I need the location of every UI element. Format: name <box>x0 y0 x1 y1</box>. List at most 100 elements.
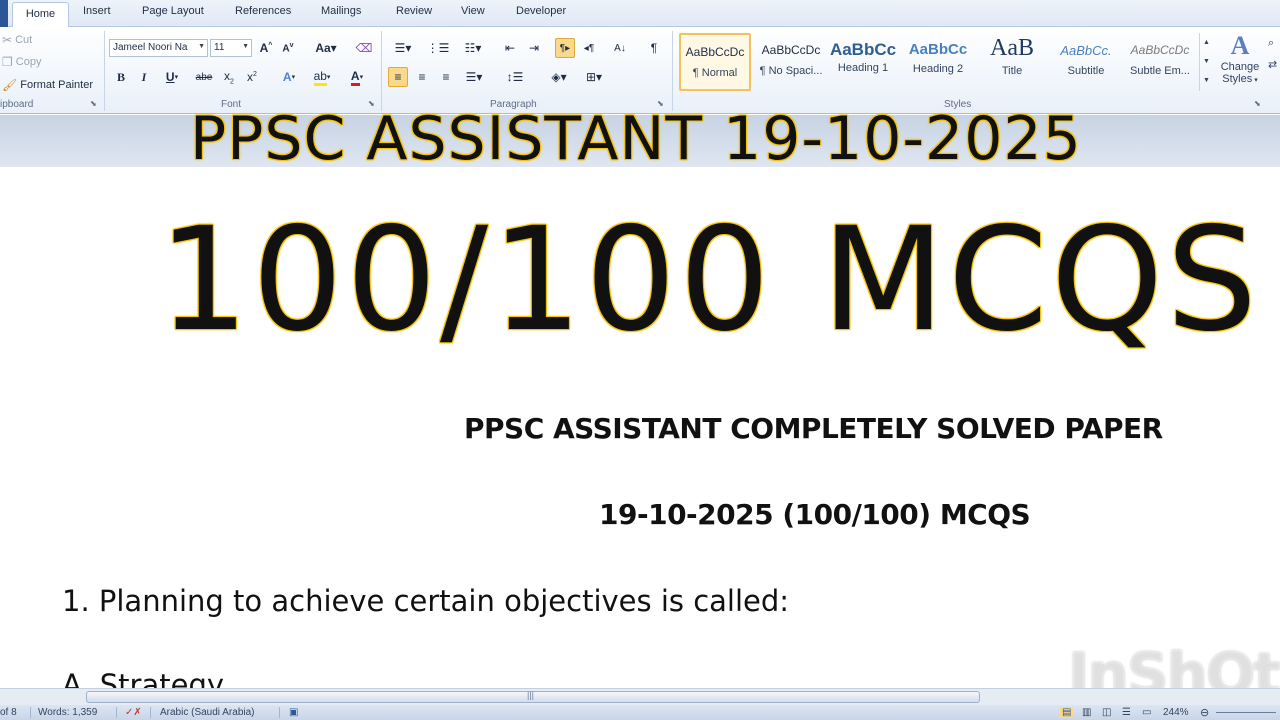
tab-view[interactable]: View <box>461 5 485 17</box>
chevron-down-icon[interactable]: ▼ <box>1200 52 1213 71</box>
shading-button[interactable]: ◈▾ <box>545 67 573 87</box>
increase-indent-button[interactable]: ⇥ <box>524 38 544 58</box>
group-divider <box>104 31 105 111</box>
replace-icon[interactable]: ⇄ <box>1268 58 1280 71</box>
rtl-direction-button[interactable]: ◂¶ <box>579 38 599 58</box>
chevron-down-icon: ▼ <box>198 43 205 50</box>
style-subtle-emphasis[interactable]: AaBbCcDc Subtle Em... <box>1124 33 1196 91</box>
file-tab-edge[interactable] <box>0 0 8 27</box>
font-color-button[interactable]: A ▾ <box>343 67 371 87</box>
scissors-icon: ✂ <box>2 33 13 47</box>
chevron-down-icon: ▾ <box>1252 77 1258 84</box>
tab-review[interactable]: Review <box>396 5 432 17</box>
editing-group-edge[interactable]: ⌕ ⇄ <box>1268 37 1280 95</box>
proofing-icon[interactable]: ✓✗ <box>125 707 142 718</box>
zoom-out-icon[interactable]: ⊖ <box>1200 706 1209 719</box>
style-normal[interactable]: AaBbCcDc ¶ Normal <box>679 33 751 91</box>
style-heading-2[interactable]: AaBbCc Heading 2 <box>902 33 974 91</box>
scrollbar-thumb[interactable]: ||| <box>86 690 980 703</box>
status-divider <box>279 707 280 718</box>
bullets-button[interactable]: ☰▾ <box>388 38 418 58</box>
superscript-button[interactable]: x2 <box>242 67 262 87</box>
highlight-color-button[interactable]: ab ▾ <box>307 67 337 87</box>
style-subtitle[interactable]: AaBbCc. Subtitle <box>1050 33 1122 91</box>
style-sample: AaB <box>990 35 1034 61</box>
style-heading-1[interactable]: AaBbCc Heading 1 <box>827 33 899 91</box>
full-screen-reading-icon[interactable]: ▥ <box>1082 707 1091 718</box>
sort-button[interactable]: A↓ <box>610 38 630 58</box>
page-count[interactable]: of 8 <box>0 707 17 718</box>
tab-mailings[interactable]: Mailings <box>321 5 361 17</box>
style-sample: AaBbCc <box>829 40 897 59</box>
style-name: Subtitle <box>1067 65 1105 77</box>
numbering-button[interactable]: ⋮☰ <box>423 38 453 58</box>
justify-button[interactable]: ☰▾ <box>460 67 488 87</box>
horizontal-scrollbar[interactable]: ||| <box>0 688 1280 705</box>
zoom-level[interactable]: 244% <box>1163 707 1189 718</box>
align-right-button[interactable]: ≡ <box>436 67 456 87</box>
macro-record-icon[interactable]: ▣ <box>289 707 298 718</box>
show-formatting-button[interactable]: ¶ <box>644 38 664 58</box>
outline-view-icon[interactable]: ☰ <box>1122 707 1131 718</box>
align-center-icon: ≡ <box>418 70 426 84</box>
grow-font-button[interactable]: A^ <box>256 38 276 58</box>
align-left-button[interactable]: ≡ <box>388 67 408 87</box>
decrease-indent-button[interactable]: ⇤ <box>500 38 520 58</box>
chevron-up-icon[interactable]: ▲ <box>1200 33 1213 52</box>
zoom-slider[interactable] <box>1216 712 1276 713</box>
draft-view-icon[interactable]: ▭ <box>1142 707 1151 718</box>
tab-page-layout[interactable]: Page Layout <box>142 5 204 17</box>
shrink-font-icon: Av <box>282 41 294 55</box>
multilevel-list-button[interactable]: ☷▾ <box>458 38 488 58</box>
language-indicator[interactable]: Arabic (Saudi Arabia) <box>160 707 255 718</box>
document-heading: PPSC ASSISTANT COMPLETELY SOLVED PAPER <box>464 412 1163 445</box>
justify-icon: ☰▾ <box>465 70 483 84</box>
change-styles-button[interactable]: A Change Styles ▾ <box>1216 31 1264 95</box>
align-center-button[interactable]: ≡ <box>412 67 432 87</box>
grow-font-icon: A^ <box>259 41 273 55</box>
line-spacing-button[interactable]: ↕☰ <box>501 67 529 87</box>
style-no-spacing[interactable]: AaBbCcDc ¶ No Spaci... <box>755 33 827 91</box>
style-name: Subtle Em... <box>1130 65 1190 77</box>
clipboard-dialog-launcher-icon[interactable]: ⬊ <box>90 99 97 108</box>
subscript-button[interactable]: x2 <box>219 67 239 87</box>
ltr-direction-button[interactable]: ¶▸ <box>555 38 575 58</box>
copy-button[interactable]: ❐ Copy <box>2 55 41 69</box>
borders-button[interactable]: ⊞▾ <box>580 67 608 87</box>
status-divider <box>30 707 31 718</box>
sort-icon: A↓ <box>614 42 626 54</box>
ribbon-home-panel: ✂ Cut ❐ Copy 🖌 Format Painter ipboard ⬊ … <box>0 27 1280 114</box>
font-name-combo[interactable]: Jameel Noori Na ▼ <box>109 39 208 57</box>
shrink-font-button[interactable]: Av <box>278 38 298 58</box>
strikethrough-button[interactable]: abe <box>194 67 214 87</box>
underline-button[interactable]: U ▾ <box>159 67 185 87</box>
font-size-combo[interactable]: 11 ▼ <box>210 39 252 57</box>
change-styles-icon: A <box>1230 31 1250 60</box>
web-layout-icon[interactable]: ◫ <box>1102 707 1111 718</box>
group-divider <box>381 31 382 111</box>
question-text: 1. Planning to achieve certain objective… <box>62 584 790 618</box>
style-sample: AaBbCcDc <box>685 45 745 59</box>
change-case-button[interactable]: Aa▾ <box>312 38 340 58</box>
tab-home[interactable]: Home <box>12 2 69 28</box>
align-left-icon: ≡ <box>394 70 402 84</box>
find-icon[interactable]: ⌕ <box>1268 37 1280 50</box>
italic-button[interactable]: I <box>134 67 154 87</box>
group-divider <box>672 31 673 111</box>
print-layout-view-icon[interactable]: ▤ <box>1060 707 1074 718</box>
bold-button[interactable]: B <box>111 67 131 87</box>
styles-dialog-launcher-icon[interactable]: ⬊ <box>1254 99 1261 108</box>
tab-insert[interactable]: Insert <box>83 5 111 17</box>
styles-gallery-scroll[interactable]: ▲ ▼ ▼ <box>1199 33 1213 91</box>
format-painter-button[interactable]: 🖌 Format Painter <box>2 78 93 92</box>
tab-references[interactable]: References <box>235 5 291 17</box>
gallery-more-icon[interactable]: ▼ <box>1200 71 1213 90</box>
style-title[interactable]: AaB Title <box>976 33 1048 91</box>
word-count[interactable]: Words: 1,359 <box>38 707 97 718</box>
copy-label: Copy <box>15 56 42 68</box>
clear-formatting-button[interactable]: ⌫ <box>354 38 374 58</box>
tab-developer[interactable]: Developer <box>516 5 566 17</box>
left-to-right-icon: ¶▸ <box>559 42 571 54</box>
text-effects-button[interactable]: A ▾ <box>276 67 302 87</box>
cut-button[interactable]: ✂ Cut <box>2 33 32 47</box>
